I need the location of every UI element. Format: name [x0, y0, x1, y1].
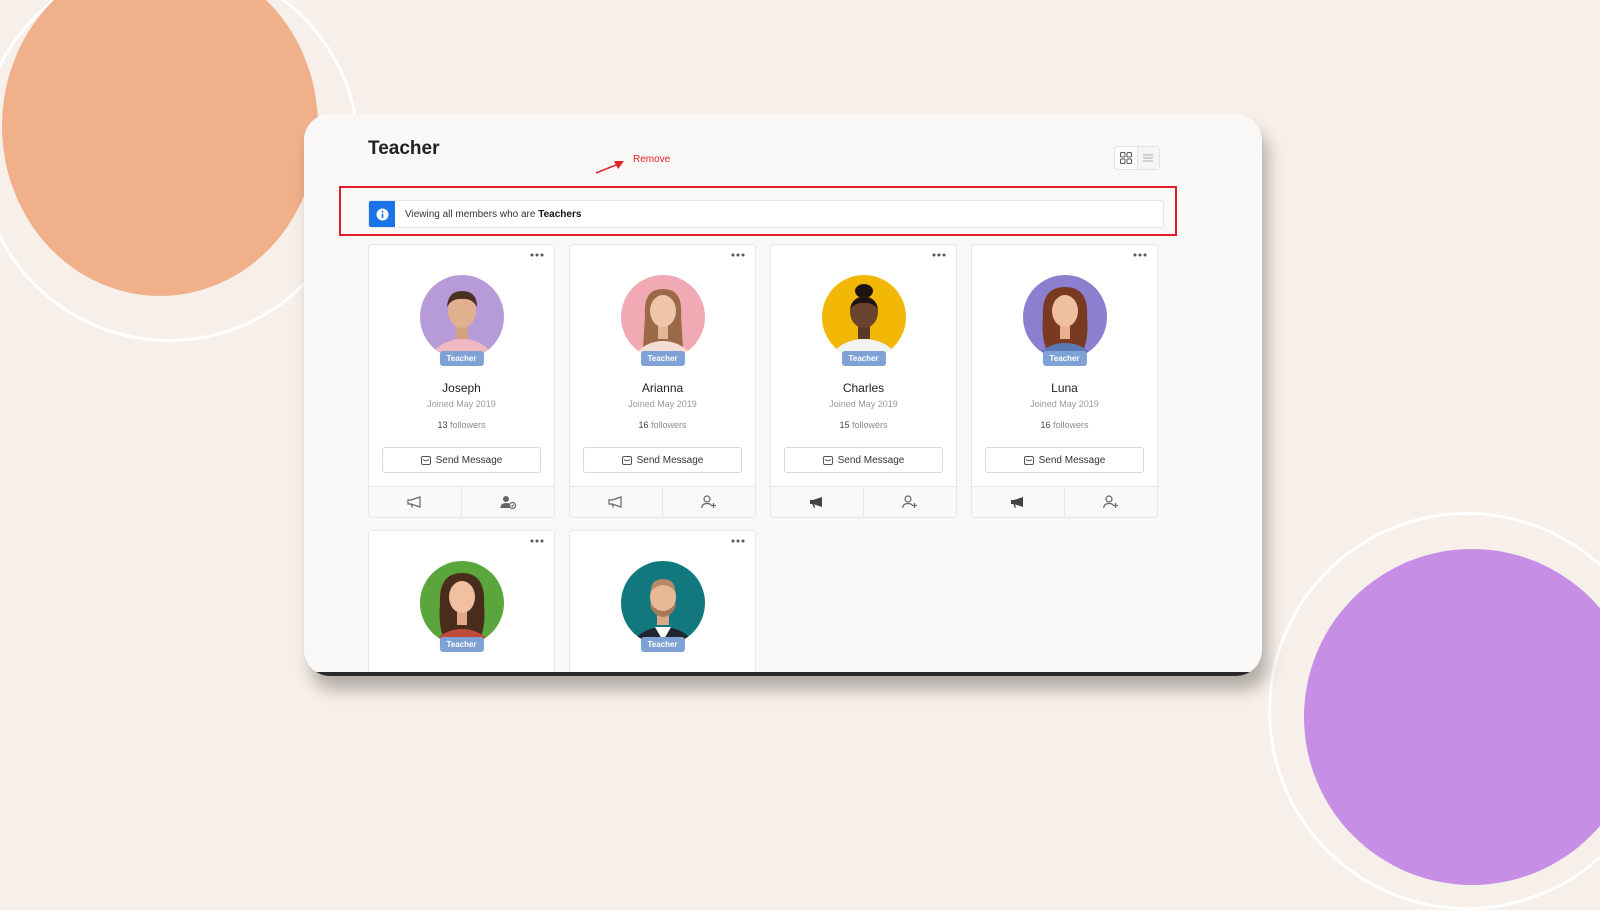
- avatar[interactable]: [620, 275, 705, 359]
- role-badge: Teacher: [439, 351, 484, 366]
- send-message-label: Send Message: [435, 454, 503, 466]
- avatar[interactable]: [1022, 275, 1107, 359]
- member-joined: Joined May 2019: [427, 399, 496, 409]
- grid-icon: [1119, 152, 1132, 164]
- member-followers: 15 followers: [771, 420, 956, 430]
- send-message-button[interactable]: Send Message: [583, 447, 742, 473]
- member-card[interactable]: Teacher: [569, 530, 756, 676]
- following-button[interactable]: [461, 487, 554, 517]
- list-view-button[interactable]: [1136, 147, 1159, 169]
- follow-button[interactable]: [863, 487, 956, 517]
- member-card[interactable]: Teacher Arianna Joined May 2019 16 follo…: [569, 244, 756, 518]
- send-message-button[interactable]: Send Message: [985, 447, 1144, 473]
- role-badge: Teacher: [439, 637, 484, 652]
- role-badge: Teacher: [640, 637, 685, 652]
- unmute-button[interactable]: [972, 487, 1064, 517]
- unmute-button[interactable]: [771, 487, 863, 517]
- megaphone-icon: [608, 496, 622, 508]
- page-title: Teacher: [368, 138, 440, 159]
- send-message-button[interactable]: Send Message: [382, 447, 541, 473]
- followers-count: 16: [638, 420, 649, 430]
- card-actions: [771, 486, 956, 517]
- message-icon: [822, 455, 833, 465]
- member-followers: 13 followers: [369, 420, 554, 430]
- more-options-icon[interactable]: [530, 253, 544, 257]
- app-window: Teacher Remove Viewing all members who a…: [304, 114, 1262, 676]
- megaphone-icon: [407, 496, 421, 508]
- more-options-icon[interactable]: [530, 539, 544, 543]
- avatar[interactable]: [419, 275, 504, 359]
- annotation-label: Remove: [633, 154, 671, 165]
- role-badge: Teacher: [640, 351, 685, 366]
- role-badge: Teacher: [1042, 351, 1087, 366]
- send-message-label: Send Message: [837, 454, 905, 466]
- follow-button[interactable]: [662, 487, 755, 517]
- member-joined: Joined May 2019: [1030, 399, 1099, 409]
- card-actions: [972, 486, 1157, 517]
- list-icon: [1143, 154, 1154, 162]
- followers-label: followers: [1050, 420, 1089, 430]
- member-name[interactable]: Luna: [972, 381, 1157, 395]
- user-plus-icon: [902, 495, 917, 509]
- send-message-label: Send Message: [1038, 454, 1106, 466]
- avatar[interactable]: [821, 275, 906, 359]
- member-card[interactable]: Teacher: [368, 530, 555, 676]
- follow-button[interactable]: [1064, 487, 1157, 517]
- member-name[interactable]: Joseph: [369, 381, 554, 395]
- followers-label: followers: [849, 420, 888, 430]
- member-joined: Joined May 2019: [628, 399, 697, 409]
- member-card[interactable]: Teacher Joseph Joined May 2019 13 follow…: [368, 244, 555, 518]
- followers-label: followers: [648, 420, 687, 430]
- announce-button[interactable]: [570, 487, 662, 517]
- annotation-highlight-box: [339, 186, 1177, 236]
- avatar[interactable]: [620, 561, 705, 645]
- more-options-icon[interactable]: [1133, 253, 1147, 257]
- user-plus-icon: [701, 495, 716, 509]
- followers-count: 16: [1040, 420, 1051, 430]
- message-icon: [1023, 455, 1034, 465]
- more-options-icon[interactable]: [731, 253, 745, 257]
- card-actions: [369, 486, 554, 517]
- announce-button[interactable]: [369, 487, 461, 517]
- member-name[interactable]: Arianna: [570, 381, 755, 395]
- card-actions: [570, 486, 755, 517]
- message-icon: [621, 455, 632, 465]
- send-message-label: Send Message: [636, 454, 704, 466]
- user-plus-icon: [1103, 495, 1118, 509]
- role-badge: Teacher: [841, 351, 886, 366]
- send-message-button[interactable]: Send Message: [784, 447, 943, 473]
- member-card[interactable]: Teacher Charles Joined May 2019 15 follo…: [770, 244, 957, 518]
- member-followers: 16 followers: [570, 420, 755, 430]
- avatar[interactable]: [419, 561, 504, 645]
- megaphone-muted-icon: [1011, 497, 1023, 508]
- followers-count: 13: [437, 420, 448, 430]
- more-options-icon[interactable]: [932, 253, 946, 257]
- followers-label: followers: [447, 420, 486, 430]
- more-options-icon[interactable]: [731, 539, 745, 543]
- member-name[interactable]: Charles: [771, 381, 956, 395]
- view-toggle: [1114, 146, 1160, 170]
- annotation-arrow-icon: [595, 161, 624, 174]
- member-joined: Joined May 2019: [829, 399, 898, 409]
- member-card[interactable]: Teacher Luna Joined May 2019 16 follower…: [971, 244, 1158, 518]
- megaphone-muted-icon: [810, 497, 822, 508]
- member-followers: 16 followers: [972, 420, 1157, 430]
- followers-count: 15: [839, 420, 850, 430]
- user-check-icon: [500, 496, 516, 509]
- message-icon: [420, 455, 431, 465]
- grid-view-button[interactable]: [1115, 147, 1137, 169]
